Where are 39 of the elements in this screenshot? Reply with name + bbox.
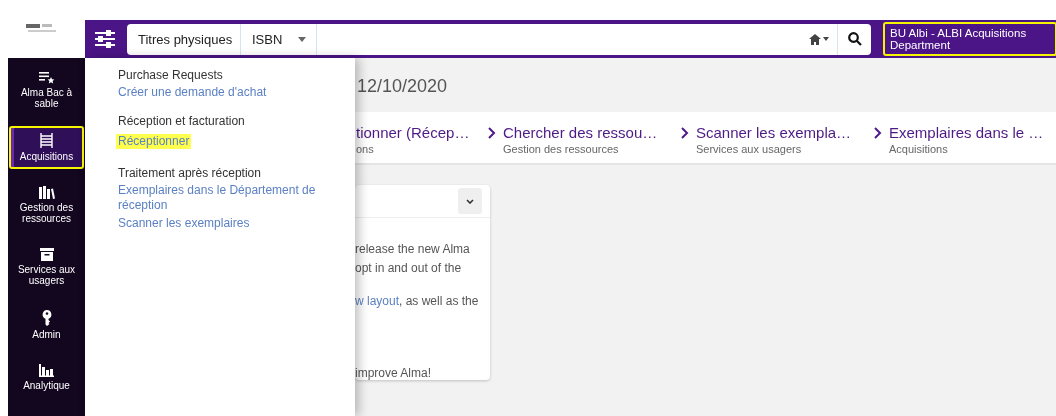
- page-date: 12/10/2020: [356, 75, 449, 98]
- menu-link[interactable]: Créer une demande d'achat: [118, 85, 335, 100]
- shortcut-link[interactable]: Chercher des ressou… Gestion des ressources: [488, 112, 681, 163]
- chevron-icon: [466, 198, 474, 204]
- collapse-button[interactable]: [458, 188, 482, 214]
- caret-icon: [823, 37, 829, 41]
- books-icon: [38, 186, 55, 199]
- menu-link[interactable]: Réceptionner: [116, 134, 192, 149]
- menu-link[interactable]: Scanner les exemplaires: [118, 216, 335, 231]
- menu-section-title: Purchase Requests: [118, 68, 224, 82]
- settings-icon[interactable]: [95, 30, 115, 48]
- sidebar-item[interactable]: Gestion des ressources: [9, 179, 84, 231]
- scope-dropdown[interactable]: Titres physiques: [127, 23, 241, 55]
- sidebar-item[interactable]: Admin: [9, 303, 84, 347]
- archive-icon: [39, 248, 54, 261]
- home-icon: [809, 33, 821, 45]
- sidebar-item[interactable]: Acquisitions: [9, 126, 84, 169]
- chevron-icon: [681, 127, 689, 139]
- sidebar-item[interactable]: Alma Bac à sable: [9, 64, 84, 116]
- card-text: w layout, as well as the: [355, 293, 480, 310]
- card-text: improve Alma!: [355, 365, 433, 382]
- bar-chart-icon: [39, 364, 54, 377]
- chevron-icon: [874, 127, 882, 139]
- menu-link[interactable]: Exemplaires dans le Département de réception: [118, 183, 335, 213]
- caret-icon: [298, 36, 306, 42]
- shortcut-link[interactable]: tionner (Récep… ons: [355, 112, 488, 163]
- institution-selector[interactable]: BU Albi - ALBI Acquisitions Department: [883, 22, 1056, 56]
- shortcut-link[interactable]: Exemplaires dans le … Acquisitions: [874, 112, 1056, 163]
- abacus-icon: [40, 133, 53, 148]
- chevron-icon: [488, 127, 496, 139]
- shortcut-link[interactable]: Scanner les exempla… Services aux usagers: [681, 112, 874, 163]
- sidebar-item[interactable]: Analytique: [9, 357, 84, 398]
- key-icon: [41, 310, 52, 326]
- sidebar-item[interactable]: Services aux usagers: [9, 241, 84, 293]
- card-text: release the new Alma opt in and out of the: [355, 241, 471, 277]
- list-star-icon: [38, 71, 55, 84]
- menu-section-title: Réception et facturation: [118, 114, 246, 128]
- menu-section-title: Traitement après réception: [118, 166, 262, 180]
- search-icon: [847, 32, 862, 46]
